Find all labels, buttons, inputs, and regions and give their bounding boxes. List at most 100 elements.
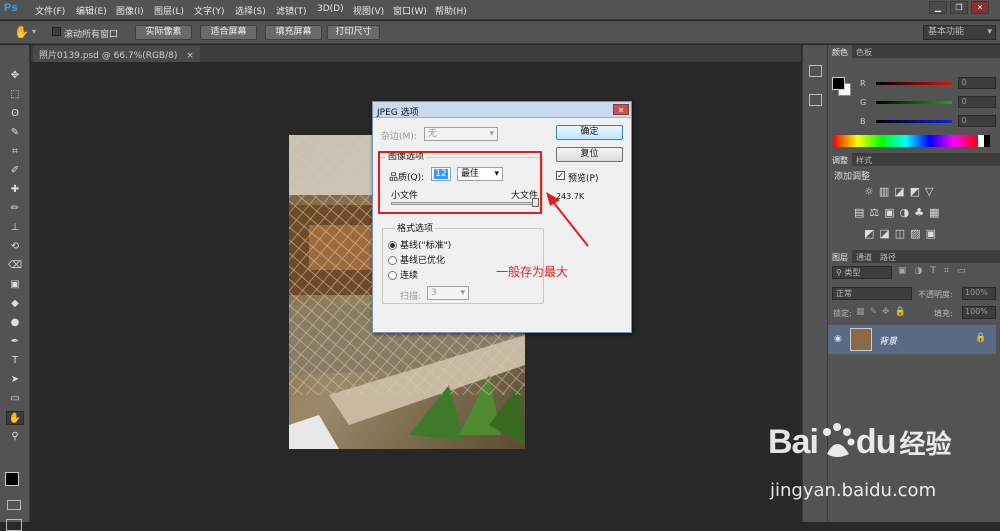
lock-icons[interactable]: ▦✎✥🔒 [856, 307, 911, 317]
fit-screen-button[interactable]: 适合屏幕 [200, 25, 257, 40]
radio-baseline-standard[interactable] [388, 241, 397, 250]
menu-select[interactable]: 选择(S) [235, 4, 266, 17]
preview-checkbox[interactable]: ✓ [556, 171, 565, 180]
print-size-button[interactable]: 打印尺寸 [327, 25, 380, 40]
matte-select[interactable]: 无 ▾ [424, 127, 498, 141]
menu-view[interactable]: 视图(V) [353, 4, 384, 17]
quick-select-icon[interactable]: ✎ [6, 126, 24, 140]
workspace-select[interactable]: 基本功能 ▾ [923, 25, 996, 40]
brush-icon[interactable]: ✏ [6, 202, 24, 216]
gradient-icon[interactable]: ▣ [6, 278, 24, 292]
restore-button[interactable]: ❐ [950, 1, 968, 14]
layer-filter-select[interactable]: ⚲ 类型 [832, 266, 892, 279]
menu-edit[interactable]: 编辑(E) [76, 4, 107, 17]
channel-row-g: G0 [860, 95, 996, 109]
reset-button[interactable]: 复位 [556, 147, 623, 162]
tab-adjustments[interactable]: 调整 [828, 153, 852, 166]
stamp-icon[interactable]: ⊥ [6, 221, 24, 235]
hand-tool-icon[interactable]: ✋ [14, 25, 29, 39]
menu-file[interactable]: 文件(F) [35, 4, 65, 17]
ok-button[interactable]: 确定 [556, 125, 623, 140]
adjust-icons-row-2[interactable]: ▤⚖▣◑♣▦ [854, 206, 945, 219]
menu-help[interactable]: 帮助(H) [435, 4, 467, 17]
color-foreground-swatch[interactable] [832, 77, 845, 90]
opacity-input[interactable]: 100% [962, 287, 996, 300]
hand-icon[interactable]: ✋ [6, 411, 24, 425]
adjust-icons-row-1[interactable]: ☼▥◪◩▽ [864, 185, 939, 198]
blend-mode-label: 正常 [836, 289, 852, 298]
eraser-icon[interactable]: ⌫ [6, 259, 24, 273]
document-tab[interactable]: 照片0139.psd @ 66.7%(RGB/8) × [33, 46, 200, 62]
scans-select[interactable]: 3 ▾ [427, 286, 469, 300]
minimize-button[interactable]: ▁ [929, 1, 947, 14]
adjust-panel-tabs: 调整 样式 [828, 153, 1000, 166]
menu-layer[interactable]: 图层(L) [154, 4, 184, 17]
annotation-text: 一般存为最大 [496, 265, 569, 279]
channel-row-r: R0 [860, 76, 996, 90]
menu-window[interactable]: 窗口(W) [393, 4, 427, 17]
quick-mask-icon[interactable] [7, 500, 21, 510]
tab-layers[interactable]: 图层 [828, 250, 852, 263]
fill-input[interactable]: 100% [962, 306, 996, 319]
channel-value-input[interactable]: 0 [957, 96, 996, 108]
adjust-icons-row-3[interactable]: ◩◪◫▨▣ [864, 227, 941, 240]
channel-slider[interactable] [875, 100, 952, 104]
menu-3d[interactable]: 3D(D) [317, 4, 344, 14]
fill-screen-button[interactable]: 填充屏幕 [265, 25, 322, 40]
format-baseline-standard[interactable]: 基线("标准") [388, 238, 451, 251]
tab-color[interactable]: 颜色 [828, 45, 852, 58]
layer-filter-icons[interactable]: ▣◑T⌗▭ [898, 266, 973, 276]
actual-pixels-button[interactable]: 实际像素 [135, 25, 192, 40]
menu-filter[interactable]: 滤镜(T) [276, 4, 307, 17]
baidu-brand-du: du [855, 422, 897, 461]
channel-slider[interactable] [875, 119, 952, 123]
close-window-button[interactable]: ✕ [971, 1, 989, 14]
blend-mode-select[interactable]: 正常 [832, 287, 912, 300]
tool-preset-chevron-icon[interactable]: ▾ [32, 27, 36, 36]
eyedropper-icon[interactable]: ✐ [6, 164, 24, 178]
marquee-icon[interactable]: ⬚ [6, 88, 24, 102]
scroll-all-checkbox[interactable] [52, 27, 61, 36]
crop-icon[interactable]: ⌗ [6, 145, 24, 159]
spectrum-black[interactable] [984, 135, 990, 147]
tab-swatches[interactable]: 色板 [852, 45, 876, 58]
path-select-icon[interactable]: ➤ [6, 373, 24, 387]
screen-mode-icon[interactable] [6, 519, 22, 531]
properties-panel-icon[interactable] [809, 94, 822, 106]
eye-icon[interactable]: ◉ [834, 334, 842, 344]
menu-type[interactable]: 文字(Y) [194, 4, 225, 17]
format-progressive[interactable]: 连续 [388, 268, 418, 281]
tab-styles[interactable]: 样式 [852, 153, 876, 166]
history-panel-icon[interactable] [809, 65, 822, 77]
rectangle-icon[interactable]: ▭ [6, 392, 24, 406]
radio-baseline-optimized[interactable] [388, 256, 397, 265]
format-baseline-optimized[interactable]: 基线已优化 [388, 253, 445, 266]
menu-image[interactable]: 图像(I) [116, 4, 144, 17]
type-icon[interactable]: T [6, 354, 24, 368]
document-tab-title: 照片0139.psd @ 66.7%(RGB/8) [39, 51, 178, 61]
channel-value-input[interactable]: 0 [957, 115, 996, 127]
radio-progressive[interactable] [388, 271, 397, 280]
channel-value-input[interactable]: 0 [957, 77, 996, 89]
foreground-color-swatch[interactable] [5, 472, 19, 486]
pen-icon[interactable]: ✒ [6, 335, 24, 349]
move-icon[interactable]: ✥ [6, 69, 24, 83]
layer-row-background[interactable]: ◉ 背景 🔒 [828, 325, 996, 354]
healing-icon[interactable]: ✚ [6, 183, 24, 197]
tab-channels[interactable]: 通道 [852, 250, 876, 263]
channel-label: G [860, 97, 867, 107]
format-baseline-optimized-label: 基线已优化 [400, 256, 446, 266]
lasso-icon[interactable]: ʘ [6, 107, 24, 121]
history-brush-icon[interactable]: ⟲ [6, 240, 24, 254]
menu-bar: Ps 文件(F) 编辑(E) 图像(I) 图层(L) 文字(Y) 选择(S) 滤… [0, 0, 1000, 20]
tab-paths[interactable]: 路径 [876, 250, 900, 263]
close-tab-icon[interactable]: × [186, 51, 194, 61]
channel-slider[interactable] [875, 81, 952, 85]
color-spectrum-bar[interactable] [833, 135, 978, 147]
zoom-icon[interactable]: ⚲ [6, 430, 24, 444]
dialog-close-button[interactable]: ✕ [613, 104, 629, 115]
blur-icon[interactable]: ◆ [6, 297, 24, 311]
dodge-icon[interactable]: ● [6, 316, 24, 330]
layer-name: 背景 [879, 337, 898, 347]
fill-label: 填充: [934, 309, 953, 318]
